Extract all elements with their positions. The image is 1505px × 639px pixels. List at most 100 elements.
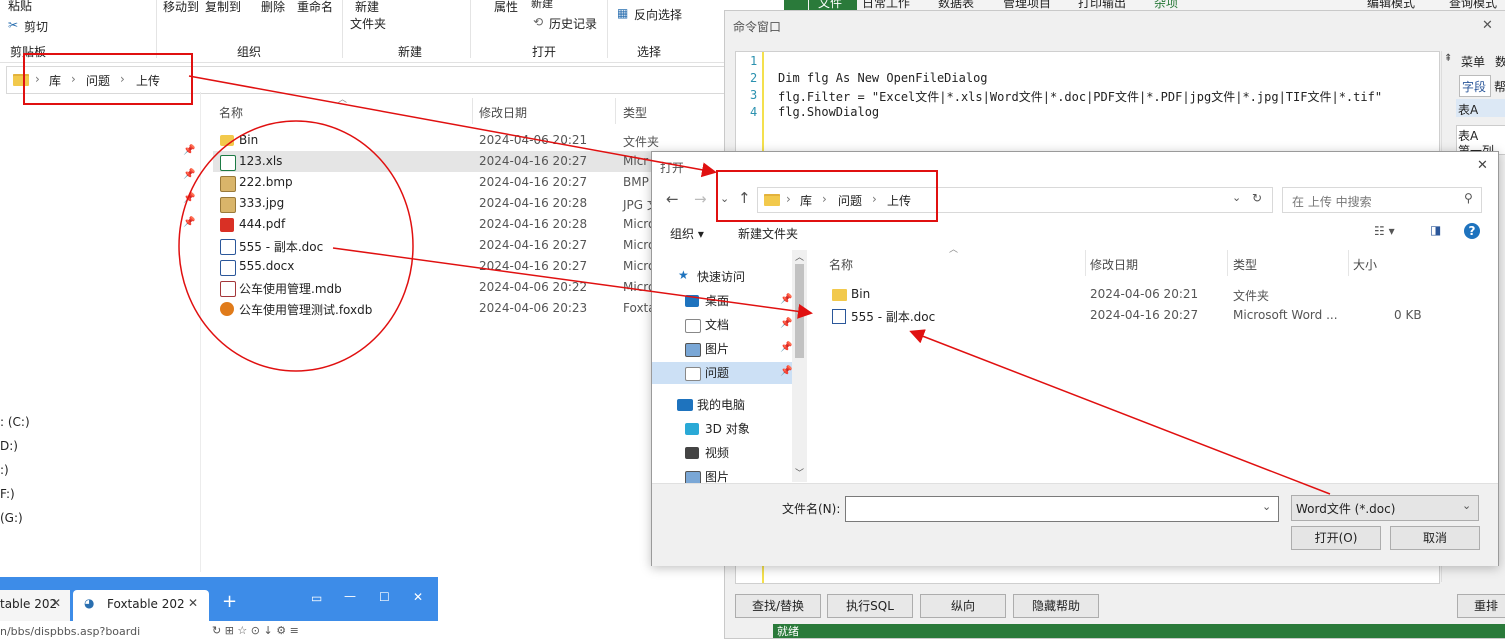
maximize-icon[interactable]: ☐ [379,590,390,604]
tab-print[interactable]: 打印输出 [1078,0,1126,10]
nav-scrollbar[interactable]: ︿ ﹀ [792,250,807,482]
tab-tables[interactable]: 数据表 [938,0,974,10]
drive-item[interactable]: :) [0,463,9,477]
drive-item[interactable]: : (C:) [0,415,30,429]
file-type-select[interactable]: Word文件 (*.doc) ⌄ [1291,495,1479,521]
pin-icon[interactable]: 📌 [780,294,792,305]
table-selector[interactable]: 表A [1458,101,1478,118]
cut-button[interactable]: 剪切 [24,18,48,35]
rename-button[interactable]: 重命名 [297,0,333,15]
pin-icon[interactable]: 📌 [183,193,195,204]
dialog-close-icon[interactable]: ✕ [1477,158,1488,173]
new-folder-button[interactable]: 文件夹 [350,15,386,32]
tab-manage[interactable]: 管理项目 [1003,0,1051,10]
copy-to-button[interactable]: 复制到 [205,0,241,15]
drive-item[interactable]: F:) [0,487,15,501]
browser-tab[interactable]: table 202 [0,597,57,611]
dialog-file-row[interactable]: 555 - 副本.doc 2024-04-16 20:27 Microsoft … [829,307,1429,327]
drive-item[interactable]: D:) [0,439,18,453]
close-icon[interactable]: ✕ [413,590,423,604]
delete-button[interactable]: 删除 [261,0,285,15]
history-icon: ⟲ [533,15,544,29]
tab-file[interactable]: 文件 [818,0,842,10]
tab-daily[interactable]: 日常工作 [862,0,910,10]
dialog-file-row[interactable]: Bin 2024-04-06 20:21 文件夹 [829,286,1429,306]
tab-close-icon[interactable]: ✕ [51,596,61,610]
nav-quick-access[interactable]: 快速访问 [697,268,745,285]
query-mode-toggle[interactable]: 查询模式 [1449,0,1497,10]
file-row[interactable]: Bin 2024-04-06 20:21 文件夹 [213,131,733,151]
dialog-search-box[interactable]: 在 上传 中搜索 ⚲ [1282,187,1482,213]
rearrange-button[interactable]: 重排 [1457,594,1505,618]
sort-up-icon: ︿ [949,245,959,255]
new-tab-icon[interactable]: + [222,591,237,612]
nav-pictures[interactable]: 图片 [705,340,729,357]
back-icon[interactable]: ← [666,190,679,208]
scroll-thumb[interactable] [795,264,804,358]
nav-desktop[interactable]: 桌面 [705,292,729,309]
nav-problem[interactable]: 问题 [705,364,729,381]
filename-label: 文件名(N): [782,502,841,516]
view-options-icon[interactable]: ☷ ▾ [1374,224,1395,238]
tab-data[interactable]: 数 [1495,53,1505,70]
dialog-column-name[interactable]: 名称 [829,256,853,273]
find-replace-button[interactable]: 查找/替换 [735,594,821,618]
column-type-header[interactable]: 类型 [623,104,647,121]
column-date-header[interactable]: 修改日期 [479,104,527,121]
tab-menu[interactable]: 菜单 [1461,53,1485,70]
tab-misc[interactable]: 杂项 [1154,0,1178,10]
nav-3d-objects[interactable]: 3D 对象 [705,420,750,437]
pin-icon[interactable]: 📌 [780,342,792,353]
column-name-header[interactable]: 名称 [219,104,243,121]
tab-field[interactable]: 字段 [1462,78,1486,95]
history-button[interactable]: 历史记录 [549,15,597,32]
forward-icon[interactable]: → [694,190,707,208]
edit-mode-toggle[interactable]: 编辑模式 [1367,0,1415,10]
search-icon[interactable]: ⚲ [1464,191,1473,205]
organize-menu[interactable]: 组织 ▾ [670,225,704,242]
invert-select-button[interactable]: 反向选择 [634,6,682,23]
address-dropdown-icon[interactable]: ⌄ [1232,191,1241,204]
dialog-column-size[interactable]: 大小 [1353,256,1377,273]
app-ribbon-tabs: 文件 日常工作 数据表 管理项目 打印输出 杂项 编辑模式 查询模式 [784,0,1505,10]
vertical-button[interactable]: 纵向 [920,594,1006,618]
paste-button[interactable]: 粘贴 [8,0,32,14]
nav-documents[interactable]: 文档 [705,316,729,333]
cancel-button[interactable]: 取消 [1390,526,1480,550]
tab-help[interactable]: 帮 [1494,78,1505,95]
pin-icon[interactable]: 📌 [183,169,195,180]
execute-sql-button[interactable]: 执行SQL [827,594,913,618]
hide-help-button[interactable]: 隐藏帮助 [1013,594,1099,618]
new-button[interactable]: 新建 [355,0,379,15]
chevron-down-icon[interactable]: ⌄ [1462,499,1471,512]
computer-icon [677,399,693,411]
close-icon[interactable]: ✕ [1482,18,1493,33]
tab-close-icon[interactable]: ✕ [188,596,198,610]
drive-item[interactable]: (G:) [0,511,23,525]
properties-button[interactable]: 属性 [494,0,518,15]
minimize-icon[interactable]: — [344,589,356,603]
pin-icon[interactable]: 📌 [183,217,195,228]
nav-videos[interactable]: 视频 [705,444,729,461]
preview-pane-icon[interactable]: ◨ [1430,223,1441,237]
pin-icon[interactable]: 📌 [780,366,792,377]
scissors-icon: ✂ [8,18,19,32]
nav-my-computer[interactable]: 我的电脑 [697,396,745,413]
help-icon[interactable]: ? [1464,223,1480,239]
toolbar-icons[interactable]: ↻ ⊞ ☆ ⊙ ↓ ⚙ ≡ [212,624,299,637]
pin-icon[interactable]: 📌 [780,318,792,329]
pin-icon[interactable]: 📌 [183,145,195,156]
dialog-column-type[interactable]: 类型 [1233,256,1257,273]
new-folder-button[interactable]: 新建文件夹 [738,225,798,242]
dialog-column-date[interactable]: 修改日期 [1090,256,1138,273]
move-to-button[interactable]: 移动到 [163,0,199,15]
filename-input[interactable]: ⌄ [845,496,1279,522]
refresh-icon[interactable]: ↻ [1252,191,1262,205]
new-item-button[interactable]: 新建 [531,0,553,11]
url-bar[interactable]: n/bbs/dispbbs.asp?boardi [0,625,140,638]
chevron-down-icon[interactable]: ⌄ [1262,500,1271,513]
tab-list-icon[interactable]: ▭ [311,591,322,605]
open-button[interactable]: 打开(O) [1291,526,1381,550]
scroll-top-icon[interactable]: ⇞ [1444,53,1452,64]
foxtable-icon [220,302,234,316]
